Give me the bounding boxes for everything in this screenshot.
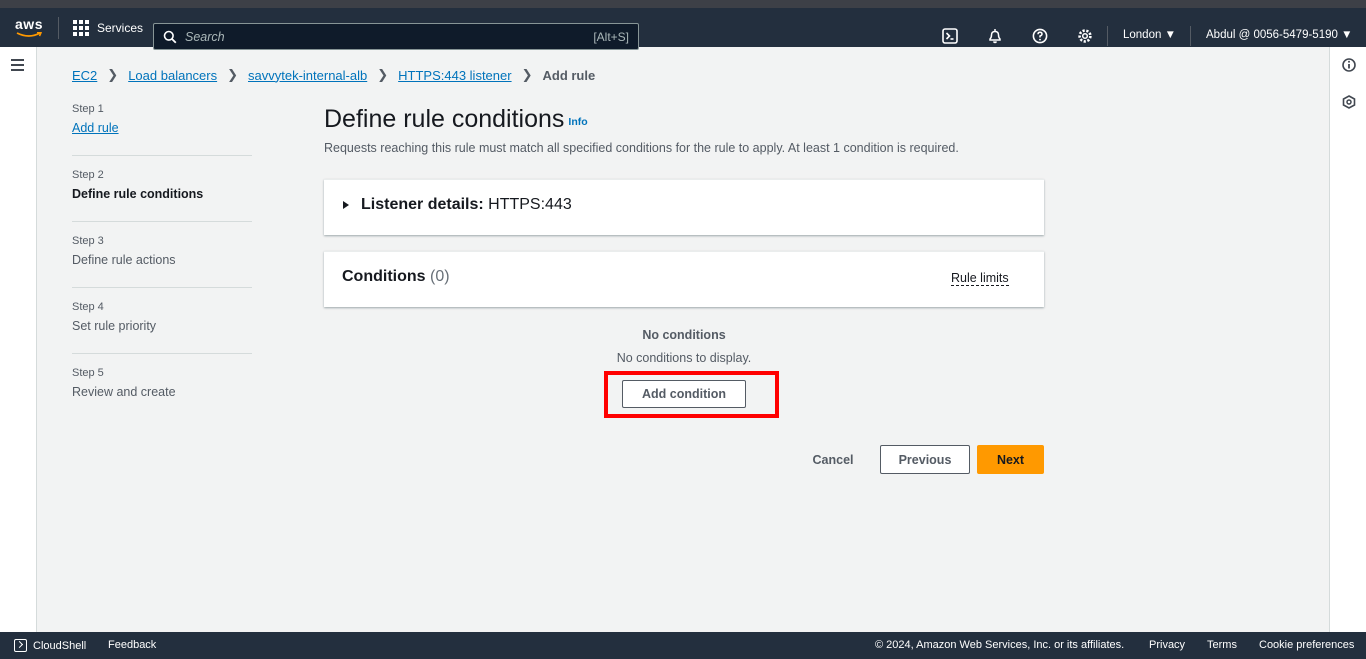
wizard-step-4: Step 4 Set rule priority bbox=[72, 301, 252, 354]
empty-state-title: No conditions bbox=[642, 328, 726, 342]
step-number: Step 5 bbox=[72, 367, 104, 379]
wizard-step-3: Step 3 Define rule actions bbox=[72, 235, 252, 288]
empty-state-description: No conditions to display. bbox=[616, 351, 752, 365]
search-input[interactable] bbox=[185, 29, 585, 44]
aws-logo-text: aws bbox=[15, 15, 43, 32]
copyright-text: © 2024, Amazon Web Services, Inc. or its… bbox=[875, 639, 1125, 651]
cancel-button[interactable]: Cancel bbox=[803, 445, 863, 474]
info-panel-icon[interactable] bbox=[1342, 58, 1356, 72]
search-shortcut: [Alt+S] bbox=[593, 29, 629, 44]
top-navigation: aws Services [Alt+S] bbox=[0, 0, 1366, 50]
add-condition-button[interactable]: Add condition bbox=[622, 380, 746, 408]
left-rail bbox=[0, 47, 37, 632]
conditions-title: Conditions bbox=[342, 268, 426, 285]
listener-details-panel[interactable]: Listener details: HTTPS:443 bbox=[324, 179, 1044, 235]
right-rail bbox=[1329, 47, 1366, 632]
wizard-steps: Step 1 Add rule Step 2 Define rule condi… bbox=[72, 103, 252, 433]
wizard-step-2: Step 2 Define rule conditions bbox=[72, 169, 252, 222]
conditions-count: (0) bbox=[430, 268, 450, 285]
divider bbox=[1190, 26, 1191, 46]
step-label-active: Define rule conditions bbox=[72, 187, 204, 201]
cloudshell-button[interactable]: CloudShell bbox=[14, 639, 86, 652]
step-number: Step 1 bbox=[72, 103, 104, 115]
page-title: Define rule conditions Info bbox=[324, 105, 588, 134]
divider bbox=[58, 16, 59, 39]
breadcrumb: EC2 ❯ Load balancers ❯ savvytek-internal… bbox=[72, 67, 595, 83]
chevron-right-icon: ❯ bbox=[107, 67, 119, 82]
conditions-panel: Conditions (0) Rule limits bbox=[324, 251, 1044, 307]
breadcrumb-load-balancers[interactable]: Load balancers bbox=[128, 68, 217, 83]
cloudshell-label: CloudShell bbox=[33, 639, 87, 652]
breadcrumb-load-balancer[interactable]: savvytek-internal-alb bbox=[248, 68, 367, 83]
help-icon[interactable] bbox=[1032, 28, 1048, 44]
cloudshell-icon[interactable] bbox=[942, 28, 958, 44]
rule-limits-link[interactable]: Rule limits bbox=[951, 271, 1009, 286]
page-description: Requests reaching this rule must match a… bbox=[324, 141, 959, 155]
page-title-text: Define rule conditions bbox=[324, 105, 565, 133]
caret-right-icon bbox=[343, 201, 349, 209]
step-number: Step 3 bbox=[72, 235, 104, 247]
listener-details-value: HTTPS:443 bbox=[488, 196, 572, 213]
gear-icon[interactable] bbox=[1077, 28, 1093, 44]
divider bbox=[1107, 26, 1108, 46]
search-bar[interactable]: [Alt+S] bbox=[153, 23, 639, 50]
search-icon bbox=[163, 30, 177, 43]
services-menu-button[interactable]: Services bbox=[73, 19, 144, 36]
step-number: Step 4 bbox=[72, 301, 104, 313]
hexagon-icon[interactable] bbox=[1342, 95, 1356, 109]
hamburger-menu-icon[interactable] bbox=[11, 59, 24, 74]
terminal-icon bbox=[14, 639, 27, 652]
cookie-preferences-link[interactable]: Cookie preferences bbox=[1259, 639, 1354, 651]
conditions-header: Conditions (0) bbox=[342, 268, 450, 286]
listener-details-header: Listener details: HTTPS:443 bbox=[361, 196, 572, 214]
info-link[interactable]: Info bbox=[568, 116, 587, 128]
step-label: Set rule priority bbox=[72, 319, 157, 333]
grid-icon bbox=[73, 19, 89, 36]
wizard-step-1: Step 1 Add rule bbox=[72, 103, 252, 156]
account-menu[interactable]: Abdul @ 0056-5479-5190 ▼ bbox=[1206, 29, 1352, 41]
aws-logo[interactable]: aws bbox=[0, 8, 58, 47]
privacy-link[interactable]: Privacy bbox=[1149, 639, 1185, 651]
region-selector[interactable]: London ▼ bbox=[1123, 29, 1176, 41]
services-label: Services bbox=[97, 20, 144, 35]
wizard-step-5: Step 5 Review and create bbox=[72, 367, 252, 420]
breadcrumb-ec2[interactable]: EC2 bbox=[72, 68, 97, 83]
step-label: Define rule actions bbox=[72, 253, 176, 267]
feedback-link[interactable]: Feedback bbox=[108, 639, 156, 651]
aws-smile-icon bbox=[16, 31, 42, 37]
listener-details-label: Listener details: bbox=[361, 196, 484, 213]
step-link-add-rule[interactable]: Add rule bbox=[72, 121, 252, 135]
next-button[interactable]: Next bbox=[977, 445, 1044, 474]
chevron-right-icon: ❯ bbox=[227, 67, 239, 82]
step-label: Review and create bbox=[72, 385, 176, 399]
breadcrumb-listener[interactable]: HTTPS:443 listener bbox=[398, 68, 511, 83]
previous-button[interactable]: Previous bbox=[880, 445, 970, 474]
footer: CloudShell Feedback © 2024, Amazon Web S… bbox=[0, 632, 1366, 659]
bell-icon[interactable] bbox=[987, 28, 1003, 44]
terms-link[interactable]: Terms bbox=[1207, 639, 1237, 651]
chevron-right-icon: ❯ bbox=[521, 67, 533, 82]
breadcrumb-current: Add rule bbox=[542, 67, 596, 83]
chevron-right-icon: ❯ bbox=[377, 67, 389, 82]
step-number: Step 2 bbox=[72, 169, 104, 181]
